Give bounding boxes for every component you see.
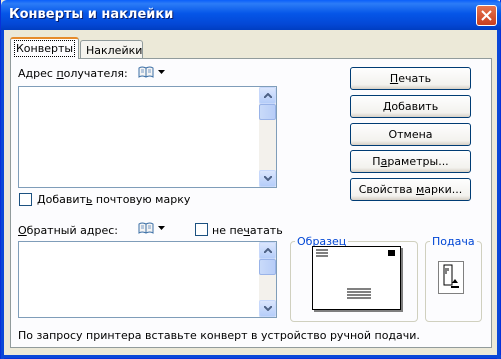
- chevron-up-icon: [264, 248, 272, 253]
- return-address-textarea[interactable]: [18, 241, 277, 318]
- omit-return-checkbox[interactable]: [195, 223, 208, 236]
- status-text: По запросу принтера вставьте конверт в у…: [18, 329, 420, 342]
- scroll-up-button[interactable]: [259, 242, 276, 259]
- return-address-label: Обратный адрес:: [18, 224, 118, 237]
- window-frame-left: [1, 30, 4, 359]
- scroll-thumb[interactable]: [259, 104, 276, 120]
- scroll-down-button[interactable]: [259, 170, 276, 187]
- address-book-dropdown-icon[interactable]: [158, 70, 165, 74]
- tab-labels[interactable]: Наклейки: [80, 40, 143, 60]
- address-book-icon[interactable]: [138, 66, 154, 78]
- close-button[interactable]: [476, 5, 497, 26]
- dialog-window: Конверты и наклейки Конверты Наклейки Ад…: [0, 0, 501, 359]
- omit-return-label[interactable]: не печатать: [212, 224, 283, 237]
- feed-method-icon: [443, 264, 459, 288]
- add-postage-checkbox[interactable]: [19, 193, 32, 206]
- chevron-down-icon: [264, 176, 272, 181]
- cancel-button[interactable]: Отмена: [350, 123, 471, 146]
- window-title: Конверты и наклейки: [9, 7, 174, 22]
- options-button[interactable]: Параметры...: [350, 150, 471, 173]
- tab-envelopes[interactable]: Конверты: [10, 37, 79, 59]
- postage-properties-button[interactable]: Свойства марки...: [350, 178, 471, 201]
- add-postage-label[interactable]: Добавить почтовую марку: [37, 193, 190, 206]
- add-to-document-button[interactable]: Добавить: [350, 95, 471, 118]
- title-bar[interactable]: Конверты и наклейки: [1, 0, 501, 30]
- scroll-thumb[interactable]: [259, 259, 276, 275]
- chevron-up-icon: [264, 93, 272, 98]
- scroll-down-button[interactable]: [259, 300, 276, 317]
- tab-labels-label: Наклейки: [86, 44, 143, 57]
- scroll-up-button[interactable]: [259, 87, 276, 104]
- feed-method-preview[interactable]: [438, 261, 464, 294]
- envelope-preview[interactable]: [312, 246, 401, 310]
- return-scrollbar[interactable]: [259, 242, 276, 317]
- recipient-address-textarea[interactable]: [18, 86, 277, 188]
- return-address-book-dropdown-icon[interactable]: [158, 226, 165, 230]
- close-icon: [481, 10, 492, 21]
- recipient-scrollbar[interactable]: [259, 87, 276, 187]
- tab-envelopes-label: Конверты: [13, 40, 76, 57]
- return-address-book-icon[interactable]: [138, 222, 154, 234]
- chevron-down-icon: [264, 306, 272, 311]
- recipient-address-label: Адрес получателя:: [18, 67, 128, 80]
- window-frame-right: [497, 30, 500, 359]
- print-button[interactable]: Печать: [350, 67, 471, 90]
- feed-label: Подача: [430, 235, 477, 248]
- window-frame-bottom: [1, 355, 501, 358]
- envelope-preview-icon: [316, 249, 395, 299]
